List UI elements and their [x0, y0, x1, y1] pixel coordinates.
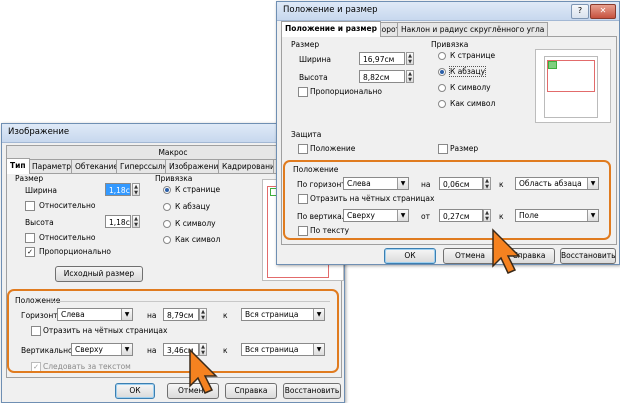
pd-position-highlight: [283, 160, 611, 240]
original-size-button[interactable]: Исходный размер: [55, 266, 143, 282]
tab-position-size-label: Положение и размер: [285, 24, 377, 33]
pd-reset-button[interactable]: Восстановить: [560, 248, 616, 264]
pd-height-input[interactable]: 8,82см: [359, 70, 405, 83]
position-highlight: [7, 289, 339, 373]
tab-image-label: Изображение: [169, 162, 223, 171]
help-label: Справка: [234, 386, 268, 395]
tab-slant[interactable]: Наклон и радиус скруглённого угла: [397, 22, 549, 36]
help-button[interactable]: Справка: [225, 383, 277, 399]
width-label: Ширина: [25, 186, 58, 195]
relative-height-checkbox[interactable]: [25, 233, 35, 243]
pd-anchor-as-char-label: Как символ: [450, 99, 496, 108]
cursor-arrow-icon: [189, 348, 218, 394]
ok-label: ОК: [129, 386, 141, 395]
pd-ok-label: ОК: [404, 251, 416, 260]
pd-height-spinner[interactable]: ▲ ▼: [406, 70, 414, 83]
pd-anchor-page-radio[interactable]: [438, 52, 446, 60]
anchor-page-label: К странице: [175, 185, 221, 194]
tab-type-label: Тип: [10, 161, 26, 170]
pd-anchor-page-label: К странице: [450, 51, 496, 60]
pd-cancel-label: Отмена: [454, 251, 486, 260]
height-spinner[interactable]: ▲ ▼: [132, 215, 140, 228]
close-icon[interactable]: ✕: [590, 4, 616, 19]
pd-width-label: Ширина: [299, 55, 332, 64]
ok-button[interactable]: ОК: [115, 383, 155, 399]
protect-position-label: Положение: [310, 144, 356, 153]
pd-size-section-label: Размер: [291, 40, 320, 49]
proportional-label: Пропорционально: [39, 247, 112, 256]
pd-anchor-section-label: Привязка: [431, 40, 469, 49]
tab-position-size[interactable]: Положение и размер: [281, 21, 381, 37]
pd-anchor-paragraph-radio[interactable]: [438, 68, 446, 76]
tab-wrap-label: Обтекание: [75, 162, 119, 171]
pd-ok-button[interactable]: ОК: [384, 248, 436, 264]
protect-position-checkbox[interactable]: [298, 144, 308, 154]
proportional-checkbox[interactable]: ✓: [25, 247, 35, 257]
posdlg-title: Положение и размер: [283, 5, 378, 15]
tab-type[interactable]: Тип: [6, 158, 30, 174]
pd-preview: [535, 49, 611, 123]
anchor-paragraph-radio[interactable]: [163, 203, 171, 211]
anchor-page-radio[interactable]: [163, 186, 171, 194]
anchor-char-radio[interactable]: [163, 220, 171, 228]
anchor-as-char-label: Как символ: [175, 235, 221, 244]
posdlg-titlebar[interactable]: Положение и размер ? ✕: [277, 2, 619, 21]
anchor-char-label: К символу: [175, 219, 216, 228]
reset-label: Восстановить: [284, 386, 340, 395]
protect-size-label: Размер: [450, 144, 479, 153]
anchor-section-label: Привязка: [155, 174, 193, 183]
pd-anchor-char-label: К символу: [450, 83, 491, 92]
pd-proportional-label: Пропорционально: [310, 87, 383, 96]
position-size-dialog: Положение и размер ? ✕ Положение и разме…: [276, 1, 620, 265]
anchor-paragraph-label: К абзацу: [175, 202, 211, 211]
relative-width-checkbox[interactable]: [25, 201, 35, 211]
pd-reset-label: Восстановить: [561, 251, 616, 260]
pd-proportional-checkbox[interactable]: [298, 87, 308, 97]
pd-preview-object: [548, 61, 557, 69]
help-icon[interactable]: ?: [571, 4, 589, 19]
tab-slant-label: Наклон и радиус скруглённого угла: [401, 25, 545, 34]
pd-width-spinner[interactable]: ▲ ▼: [406, 52, 414, 65]
reset-button[interactable]: Восстановить: [283, 383, 341, 399]
tab-crop-label: Кадрирование: [222, 162, 280, 171]
protect-size-checkbox[interactable]: [438, 144, 448, 154]
width-spinner[interactable]: ▲ ▼: [132, 183, 140, 196]
protect-section-label: Защита: [291, 130, 322, 139]
pd-anchor-char-radio[interactable]: [438, 84, 446, 92]
tab-macro-label: Макрос: [158, 148, 188, 157]
relative-width-label: Относительно: [39, 201, 96, 210]
width-input[interactable]: 1,18см: [105, 183, 131, 196]
original-size-label: Исходный размер: [63, 269, 135, 278]
relative-height-label: Относительно: [39, 233, 96, 242]
pd-width-input[interactable]: 16,97см: [359, 52, 405, 65]
image-dialog-title: Изображение: [8, 127, 70, 137]
pd-height-label: Высота: [299, 73, 328, 82]
height-label: Высота: [25, 218, 54, 227]
pd-anchor-paragraph-label: К абзацу: [448, 66, 487, 77]
tab-wrap[interactable]: Обтекание: [71, 159, 123, 173]
anchor-as-char-radio[interactable]: [163, 236, 171, 244]
pd-anchor-as-char-radio[interactable]: [438, 100, 446, 108]
cursor-arrow-icon: [492, 228, 521, 274]
size-section-label: Размер: [15, 174, 44, 183]
height-input[interactable]: 1,18см: [105, 215, 131, 228]
